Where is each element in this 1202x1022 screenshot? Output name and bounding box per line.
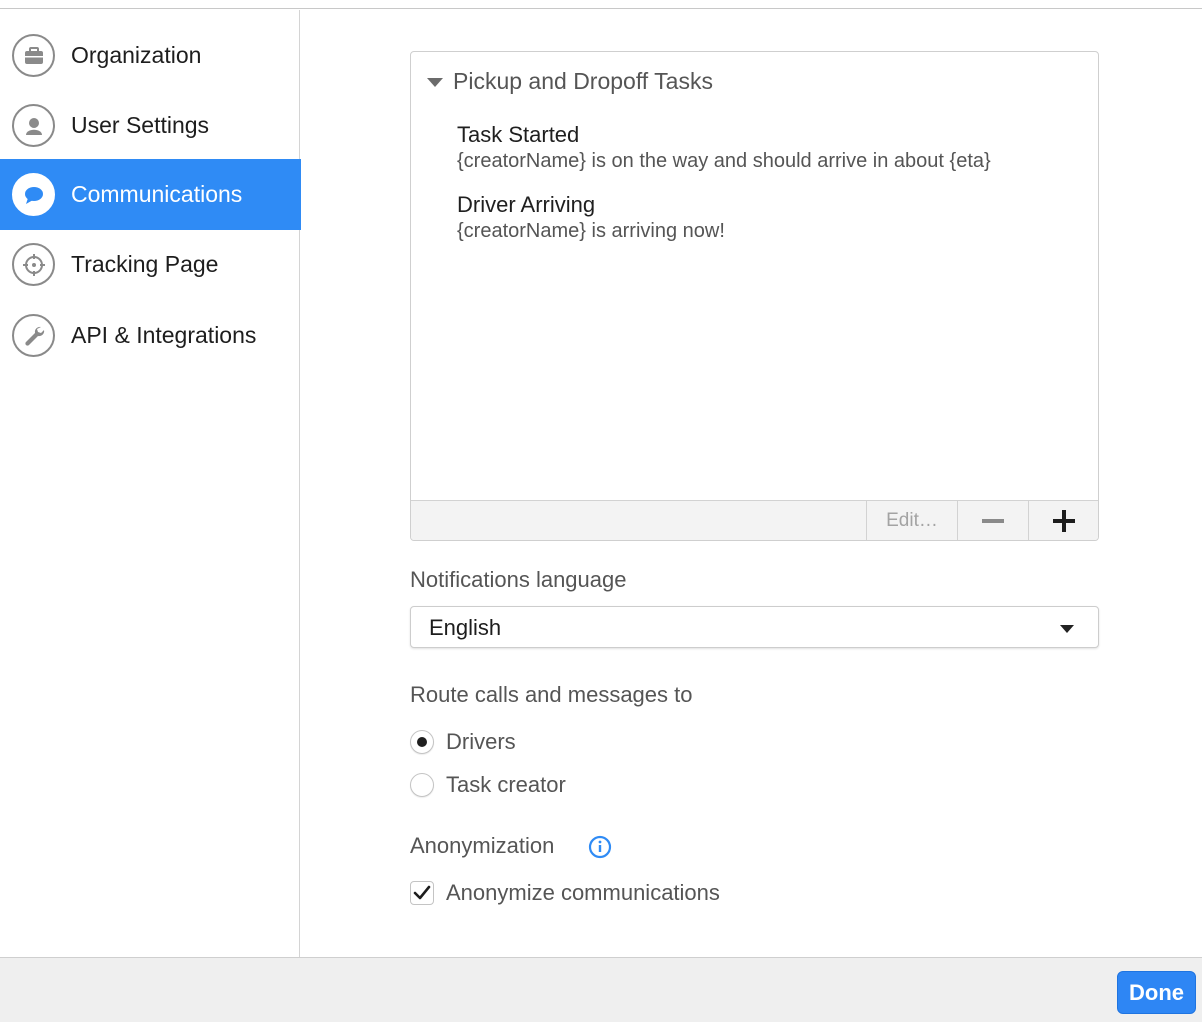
sidebar-item-label: Tracking Page [71,251,219,277]
chevron-down-icon [1060,625,1074,633]
info-icon[interactable] [588,835,612,859]
language-select[interactable]: English [410,606,1099,648]
radio-label: Drivers [446,729,516,754]
radio-task-creator[interactable]: Task creator [410,772,566,798]
remove-button[interactable] [957,501,1028,540]
language-selected-value: English [429,615,502,640]
radio-button[interactable] [410,773,434,797]
window-top-border [0,0,1202,9]
task-message: {creatorName} is arriving now! [457,220,725,242]
sidebar-item-organization[interactable]: Organization [0,20,301,91]
anonymize-checkbox-row[interactable]: Anonymize communications [410,880,720,906]
sidebar-item-user-settings[interactable]: User Settings [0,90,301,161]
radio-label: Task creator [446,772,566,797]
tasks-toolbar: Edit… [411,500,1098,540]
briefcase-icon [12,34,55,77]
sidebar-item-label: API & Integrations [71,322,257,348]
sidebar-item-communications[interactable]: Communications [0,159,301,230]
task-message: {creatorName} is on the way and should a… [457,150,991,172]
sidebar: Organization User Settings Communication… [0,10,301,958]
tasks-group-title: Pickup and Dropoff Tasks [453,68,713,94]
dialog-footer: Done [0,957,1202,1022]
task-name: Driver Arriving [457,192,596,217]
tasks-group-header[interactable]: Pickup and Dropoff Tasks [427,68,713,95]
plus-icon [1052,509,1075,532]
routing-label: Route calls and messages to [410,682,693,707]
sidebar-item-label: Organization [71,42,202,68]
anonymization-label: Anonymization [410,833,555,858]
edit-button[interactable]: Edit… [866,501,957,540]
checkbox-label: Anonymize communications [446,880,720,905]
speech-bubble-icon [12,173,55,216]
radio-drivers[interactable]: Drivers [410,729,516,755]
crosshair-icon [12,243,55,286]
language-label: Notifications language [410,567,627,592]
tasks-list-panel: Pickup and Dropoff Tasks Task Started {c… [410,51,1099,541]
list-item[interactable]: Driver Arriving {creatorName} is arrivin… [457,192,1057,244]
user-icon [12,104,55,147]
list-item[interactable]: Task Started {creatorName} is on the way… [457,122,1057,174]
sidebar-item-label: User Settings [71,112,210,138]
anonymize-checkbox[interactable] [410,881,434,905]
checkmark-icon [413,885,431,900]
minus-icon [982,518,1004,523]
disclosure-triangle-icon[interactable] [427,78,443,87]
radio-button[interactable] [410,730,434,754]
add-button[interactable] [1028,501,1098,540]
sidebar-item-tracking-page[interactable]: Tracking Page [0,229,301,300]
radio-selected-dot [417,737,427,747]
task-name: Task Started [457,122,580,147]
done-button[interactable]: Done [1117,971,1196,1014]
sidebar-item-label: Communications [71,181,243,207]
wrench-icon [12,314,55,357]
sidebar-item-api-integrations[interactable]: API & Integrations [0,300,301,371]
